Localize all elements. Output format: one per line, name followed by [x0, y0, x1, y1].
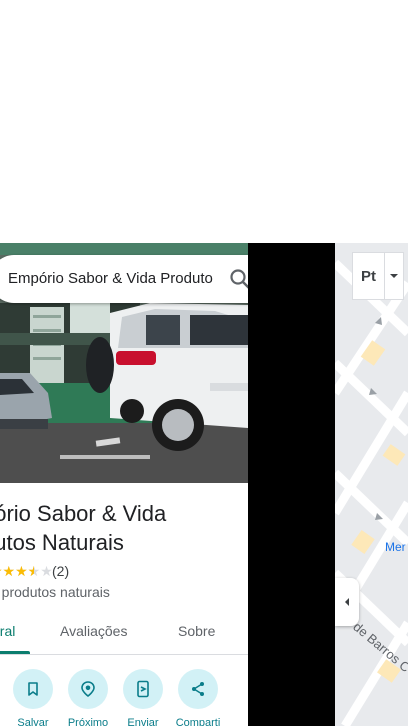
- review-count[interactable]: (2): [52, 563, 69, 579]
- place-title-line1: pório Sabor & Vida: [0, 501, 167, 526]
- send-to-phone-icon: [137, 680, 149, 698]
- share-button[interactable]: [178, 669, 218, 709]
- share-label: Comparti: [175, 717, 221, 726]
- place-details: pório Sabor & Vida dutos Naturais ★★★★★ …: [0, 243, 248, 726]
- place-category[interactable]: e produtos naturais: [0, 584, 110, 600]
- save-button[interactable]: [13, 669, 53, 709]
- bookmark-icon: [28, 682, 38, 696]
- tab-about[interactable]: Sobre: [178, 623, 215, 639]
- share-icon: [192, 682, 204, 696]
- save-label: Salvar: [17, 717, 49, 726]
- map-place-label[interactable]: Mer: [385, 540, 406, 554]
- panel-gap: [248, 243, 335, 726]
- chevron-left-icon: [345, 598, 349, 606]
- collapse-panel-button[interactable]: [335, 578, 359, 626]
- nearby-label: Próximo: [67, 717, 109, 726]
- map-canvas[interactable]: Mer de Barros C s: [335, 243, 408, 726]
- send-to-phone-button[interactable]: [123, 669, 163, 709]
- tab-reviews[interactable]: Avaliações: [60, 623, 127, 639]
- rating-stars: ★★★★★ ★★★★★: [0, 563, 53, 579]
- nearby-button[interactable]: [68, 669, 108, 709]
- tabs-divider: [0, 654, 248, 655]
- nearby-icon: [81, 681, 95, 698]
- caret-down-icon: [390, 274, 398, 278]
- send-to-phone-label: Enviar: [127, 717, 159, 726]
- map-layer-dropdown[interactable]: [384, 252, 404, 300]
- tab-overview[interactable]: eral: [0, 623, 15, 639]
- place-title-line2: dutos Naturais: [0, 530, 124, 555]
- map-layer-button[interactable]: Pt: [352, 252, 384, 300]
- blank-area: [0, 0, 408, 243]
